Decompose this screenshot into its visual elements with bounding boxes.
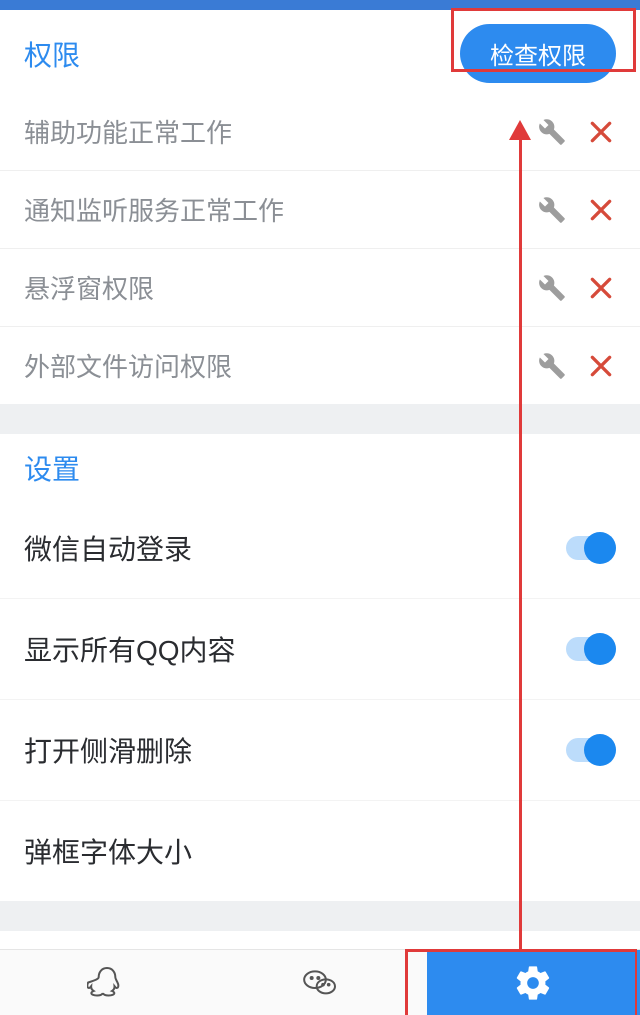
close-icon xyxy=(588,119,614,145)
toggle-switch[interactable] xyxy=(560,633,616,665)
close-icon xyxy=(588,197,614,223)
setting-label: 弹框字体大小 xyxy=(24,831,616,871)
permission-label: 辅助功能正常工作 xyxy=(24,113,538,150)
toggle-switch[interactable] xyxy=(560,734,616,766)
wrench-icon xyxy=(538,196,566,224)
setting-row-show-qq[interactable]: 显示所有QQ内容 xyxy=(0,599,640,700)
qq-icon xyxy=(87,963,127,1003)
wrench-icon xyxy=(538,118,566,146)
wechat-icon xyxy=(300,963,340,1003)
check-permissions-button[interactable]: 检查权限 xyxy=(460,24,616,83)
nav-qq[interactable] xyxy=(0,950,213,1015)
setting-row-swipe-delete[interactable]: 打开侧滑删除 xyxy=(0,700,640,801)
setting-label: 显示所有QQ内容 xyxy=(24,629,560,669)
status-bar xyxy=(0,0,640,10)
setting-label: 微信自动登录 xyxy=(24,528,560,568)
wrench-icon xyxy=(538,352,566,380)
permission-label: 外部文件访问权限 xyxy=(24,347,538,384)
gear-icon xyxy=(513,963,553,1003)
toggle-switch[interactable] xyxy=(560,532,616,564)
permission-label: 悬浮窗权限 xyxy=(24,269,538,306)
permission-row[interactable]: 悬浮窗权限 xyxy=(0,249,640,327)
setting-label: 打开侧滑删除 xyxy=(24,730,560,770)
wrench-icon xyxy=(538,274,566,302)
nav-wechat[interactable] xyxy=(213,950,426,1015)
setting-row-wechat-autologin[interactable]: 微信自动登录 xyxy=(0,498,640,599)
bottom-nav xyxy=(0,949,640,1015)
permission-row[interactable]: 通知监听服务正常工作 xyxy=(0,171,640,249)
nav-settings[interactable] xyxy=(427,950,640,1015)
annotation-arrow-head xyxy=(509,120,531,140)
close-icon xyxy=(588,275,614,301)
permission-label: 通知监听服务正常工作 xyxy=(24,191,538,228)
section-gap xyxy=(0,404,640,434)
close-icon xyxy=(588,353,614,379)
section-gap xyxy=(0,901,640,931)
permissions-section: 权限 检查权限 辅助功能正常工作 通知监听服务正常工作 悬浮窗权限 外部文件访问… xyxy=(0,10,640,404)
settings-title: 设置 xyxy=(24,448,80,488)
permission-row[interactable]: 辅助功能正常工作 xyxy=(0,93,640,171)
settings-section: 设置 微信自动登录 显示所有QQ内容 打开侧滑删除 弹框字体大小 xyxy=(0,434,640,901)
setting-row-font-size[interactable]: 弹框字体大小 xyxy=(0,801,640,901)
permission-row[interactable]: 外部文件访问权限 xyxy=(0,327,640,404)
permissions-title: 权限 xyxy=(24,34,80,74)
annotation-arrow xyxy=(519,130,522,950)
